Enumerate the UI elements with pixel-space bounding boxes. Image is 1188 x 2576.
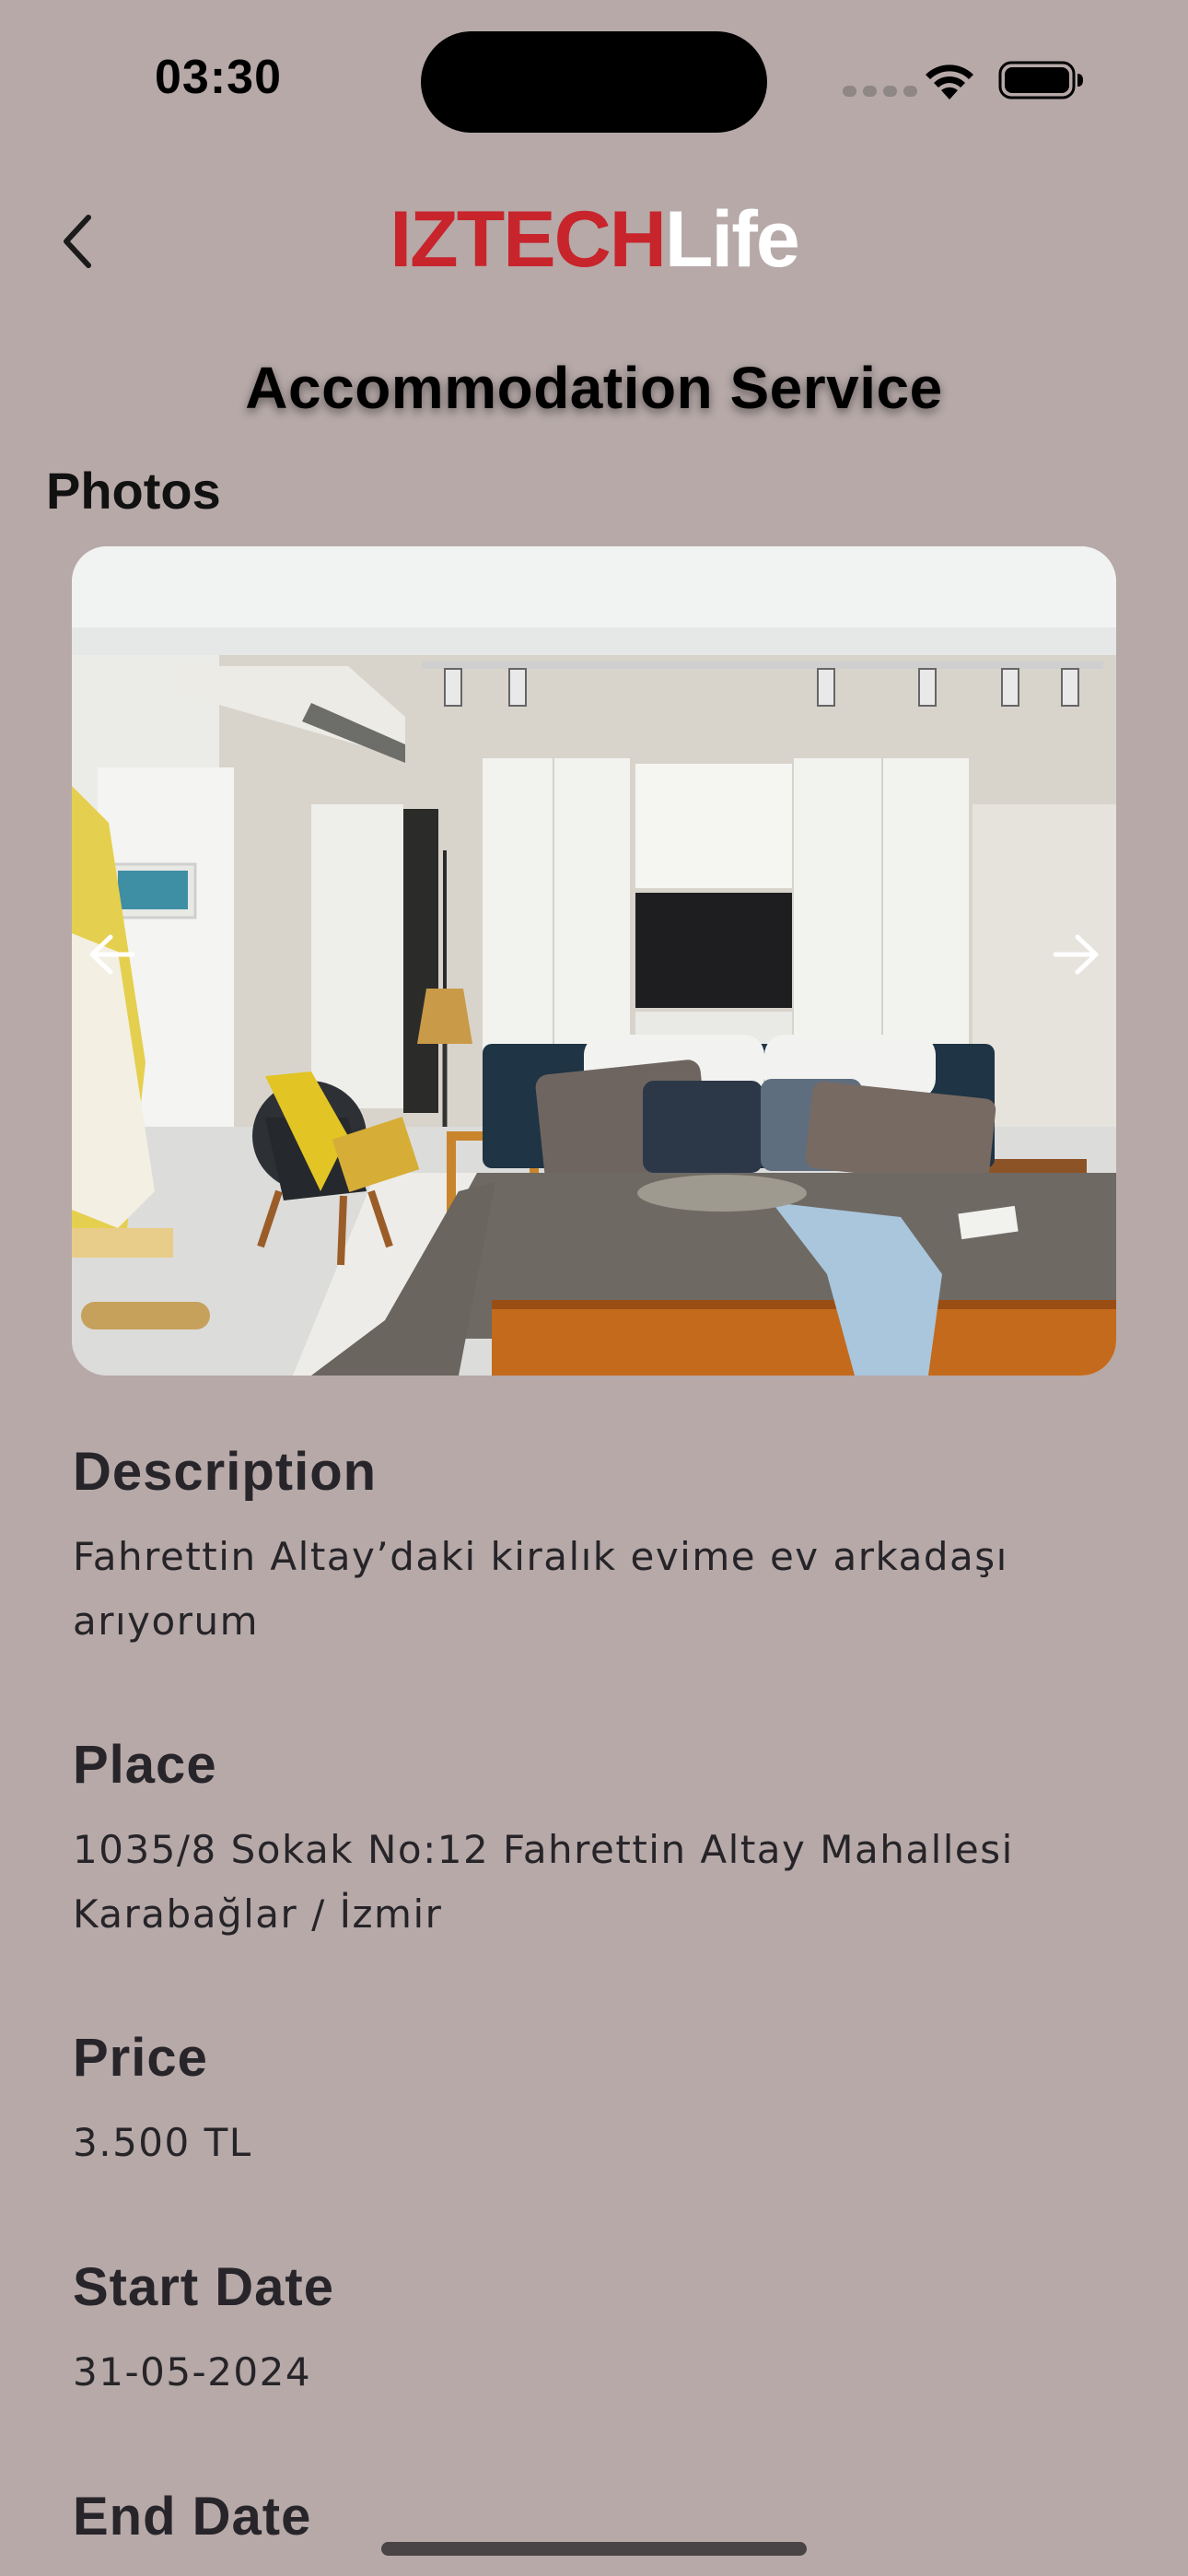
app-logo: IZTECHLife — [0, 193, 1188, 286]
start-date-section: Start Date 31-05-2024 — [73, 2255, 1123, 2405]
wifi-icon — [926, 64, 973, 100]
room-photo — [72, 546, 1116, 1376]
dynamic-island — [421, 31, 767, 133]
arrow-right-icon — [1053, 934, 1099, 975]
price-section: Price 3.500 TL — [73, 2026, 1123, 2175]
logo-part-life: Life — [664, 195, 800, 284]
description-section: Description Fahrettin Altay’daki kiralık… — [73, 1440, 1123, 1654]
price-label: Price — [73, 2028, 208, 2088]
description-value: Fahrettin Altay’daki kiralık evime ev ar… — [73, 1534, 1008, 1644]
start-date-value: 31-05-2024 — [73, 2349, 312, 2395]
status-time: 03:30 — [155, 51, 282, 104]
price-value: 3.500 TL — [73, 2120, 252, 2165]
page-title: Accommodation Service — [245, 355, 943, 421]
home-indicator[interactable] — [381, 2542, 807, 2556]
photos-label: Photos — [46, 462, 221, 520]
carousel-next-button[interactable] — [1044, 922, 1109, 987]
battery-icon — [998, 61, 1083, 100]
cellular-signal-icon — [843, 86, 917, 97]
start-date-label: Start Date — [73, 2257, 334, 2317]
photo-carousel[interactable] — [72, 546, 1116, 1376]
arrow-left-icon — [89, 934, 135, 975]
description-label: Description — [73, 1442, 378, 1502]
end-date-label: End Date — [73, 2487, 312, 2547]
end-date-section: End Date — [73, 2485, 1123, 2549]
place-section: Place 1035/8 Sokak No:12 Fahrettin Altay… — [73, 1733, 1123, 1947]
carousel-prev-button[interactable] — [79, 922, 144, 987]
logo-part-iztech: IZTECH — [390, 195, 667, 284]
place-label: Place — [73, 1735, 217, 1795]
place-value: 1035/8 Sokak No:12 Fahrettin Altay Mahal… — [73, 1827, 1014, 1937]
